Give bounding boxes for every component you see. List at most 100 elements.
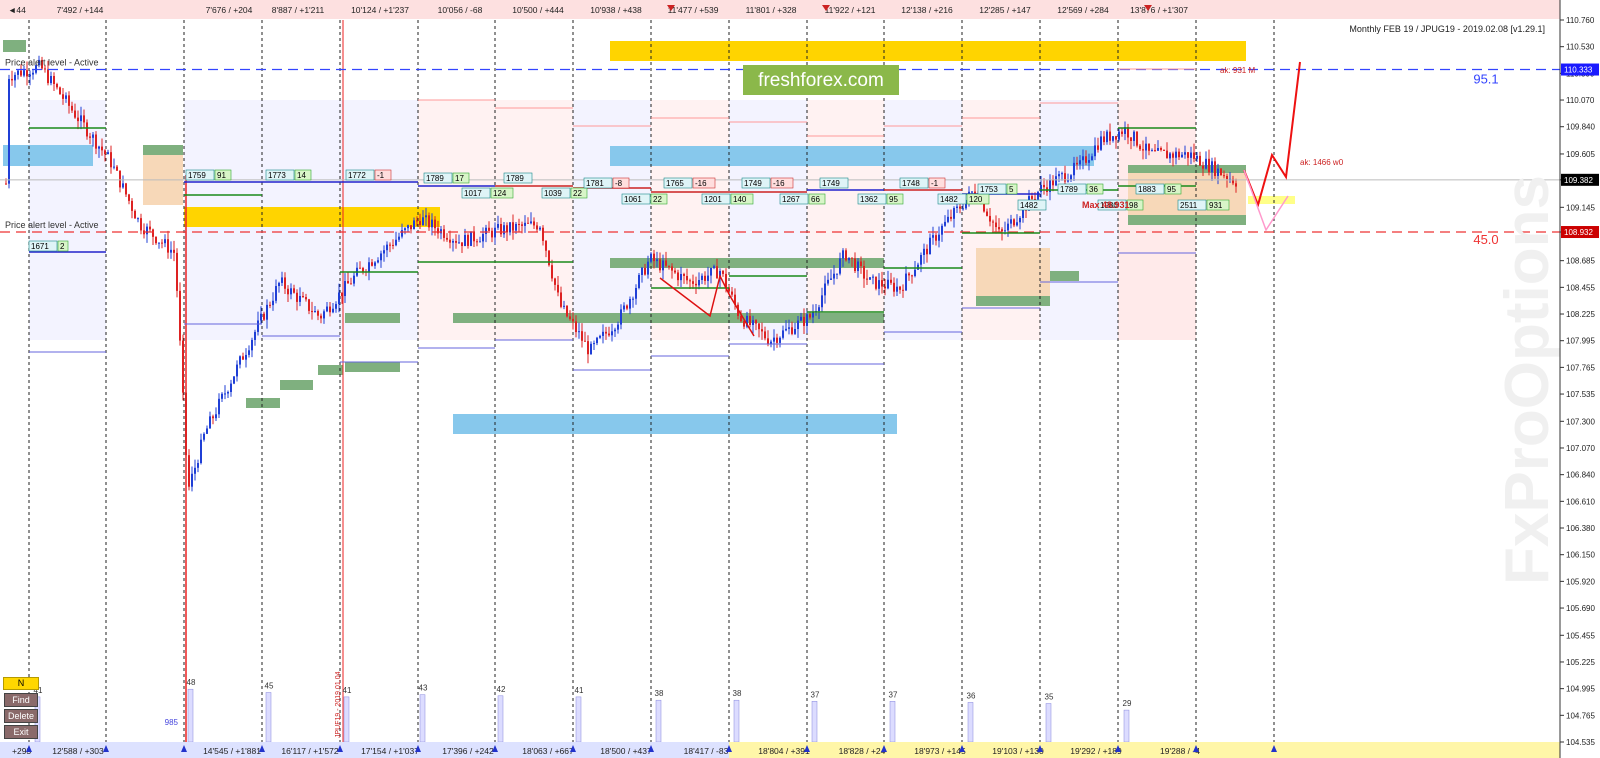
axis-tick-label: 106.380	[1566, 524, 1595, 533]
candle-body	[413, 220, 415, 230]
level-box-label: 1753	[980, 185, 998, 194]
volume-bar	[889, 701, 896, 743]
candle-body	[1073, 162, 1075, 176]
candle-body	[1106, 131, 1108, 143]
candle-body	[986, 211, 988, 216]
candle-body	[869, 277, 871, 280]
candle-body	[206, 428, 208, 434]
candle-body	[281, 277, 283, 283]
candle-body	[866, 278, 868, 280]
candle-body	[344, 281, 346, 297]
candle-body	[11, 78, 13, 81]
candle-body	[938, 234, 940, 241]
exit-button[interactable]: Exit	[4, 725, 38, 739]
candle-body	[1076, 162, 1078, 165]
candle-body	[1085, 156, 1087, 163]
zone-panel	[246, 398, 280, 408]
candle-body	[374, 262, 376, 266]
candle-body	[926, 248, 928, 255]
candle-body	[1202, 165, 1204, 169]
candle-body	[1175, 151, 1177, 158]
candle-body	[1181, 154, 1183, 158]
zone-panel	[1128, 168, 1246, 222]
candle-body	[992, 221, 994, 223]
axis-tick-label: 110.760	[1566, 16, 1595, 25]
level-box-label: 1017	[464, 189, 482, 198]
candle-body	[956, 206, 958, 209]
axis-tick-label: 110.530	[1566, 43, 1595, 52]
top-label: 11'922 / +121	[825, 5, 876, 15]
candle-body	[110, 152, 112, 168]
candle-body	[773, 337, 775, 342]
candle-body	[935, 235, 937, 241]
candle-body	[605, 331, 607, 334]
candle-body	[407, 225, 409, 229]
candle-body	[608, 333, 610, 336]
volume-bar	[733, 699, 740, 743]
axis-tick-label: 108.225	[1566, 310, 1595, 319]
level-box-label: 1267	[782, 195, 800, 204]
candle-body	[131, 200, 133, 211]
bottom-label: 17'396 / +242	[442, 746, 494, 756]
candle-body	[161, 242, 163, 244]
axis-tick-label: 107.765	[1566, 363, 1595, 372]
candle-body	[227, 391, 229, 394]
delete-button[interactable]: Delete	[4, 709, 38, 723]
candle-body	[1154, 150, 1156, 152]
candle-body	[1097, 145, 1099, 150]
candle-body	[629, 299, 631, 309]
candle-body	[821, 295, 823, 308]
candle-body	[1151, 150, 1153, 152]
price-chart[interactable]: Price alert level - Active 95.1 Price aler…	[0, 0, 1600, 758]
zone-panel	[453, 414, 897, 434]
candle-body	[338, 292, 340, 305]
level-box-delta-label: 120	[969, 195, 983, 204]
candle-body	[485, 227, 487, 234]
volume-label: 48	[187, 678, 196, 687]
candle-body	[419, 220, 421, 226]
candle-body	[1208, 158, 1210, 173]
candle-body	[47, 69, 49, 84]
candle-body	[425, 215, 427, 218]
top-label: 7'492 / +144	[57, 5, 104, 15]
axis-tick-label: 105.225	[1566, 658, 1595, 667]
find-button[interactable]: Find	[4, 693, 38, 707]
zone-shade	[651, 100, 729, 340]
candle-body	[1172, 153, 1174, 158]
candle-body	[707, 275, 709, 281]
n-button[interactable]: N	[3, 677, 39, 690]
level-box-label: 1061	[624, 195, 642, 204]
candle-body	[269, 304, 271, 306]
level-box-label: 1201	[704, 195, 722, 204]
candle-body	[74, 110, 76, 118]
candle-body	[1169, 153, 1171, 159]
candle-body	[599, 335, 601, 338]
candle-body	[536, 225, 538, 230]
candle-body	[548, 250, 550, 266]
candle-body	[284, 277, 286, 289]
candle-body	[752, 320, 754, 325]
candle-body	[527, 222, 529, 224]
candle-body	[311, 310, 313, 313]
candle-body	[791, 327, 793, 334]
candle-body	[77, 117, 79, 122]
price-axis: 110.760110.530110.300110.070109.840109.6…	[1559, 0, 1600, 758]
candle-body	[299, 295, 301, 302]
annotation: ak: 931 M	[1220, 66, 1255, 75]
candle-body	[614, 329, 616, 332]
candle-body	[53, 75, 55, 84]
candle-body	[917, 264, 919, 270]
bottom-label: 12'588 / +303	[52, 746, 104, 756]
level-box-delta-label: 931	[1209, 201, 1223, 210]
candle-body	[893, 282, 895, 292]
candle-body	[1055, 176, 1057, 186]
candle-body	[569, 316, 571, 319]
zone-panel	[3, 40, 26, 52]
volume-bar	[1045, 703, 1052, 743]
candle-body	[203, 433, 205, 440]
candle-body	[449, 239, 451, 243]
candle-body	[623, 305, 625, 310]
candle-body	[899, 286, 901, 290]
candle-body	[17, 70, 19, 75]
candle-body	[398, 236, 400, 240]
